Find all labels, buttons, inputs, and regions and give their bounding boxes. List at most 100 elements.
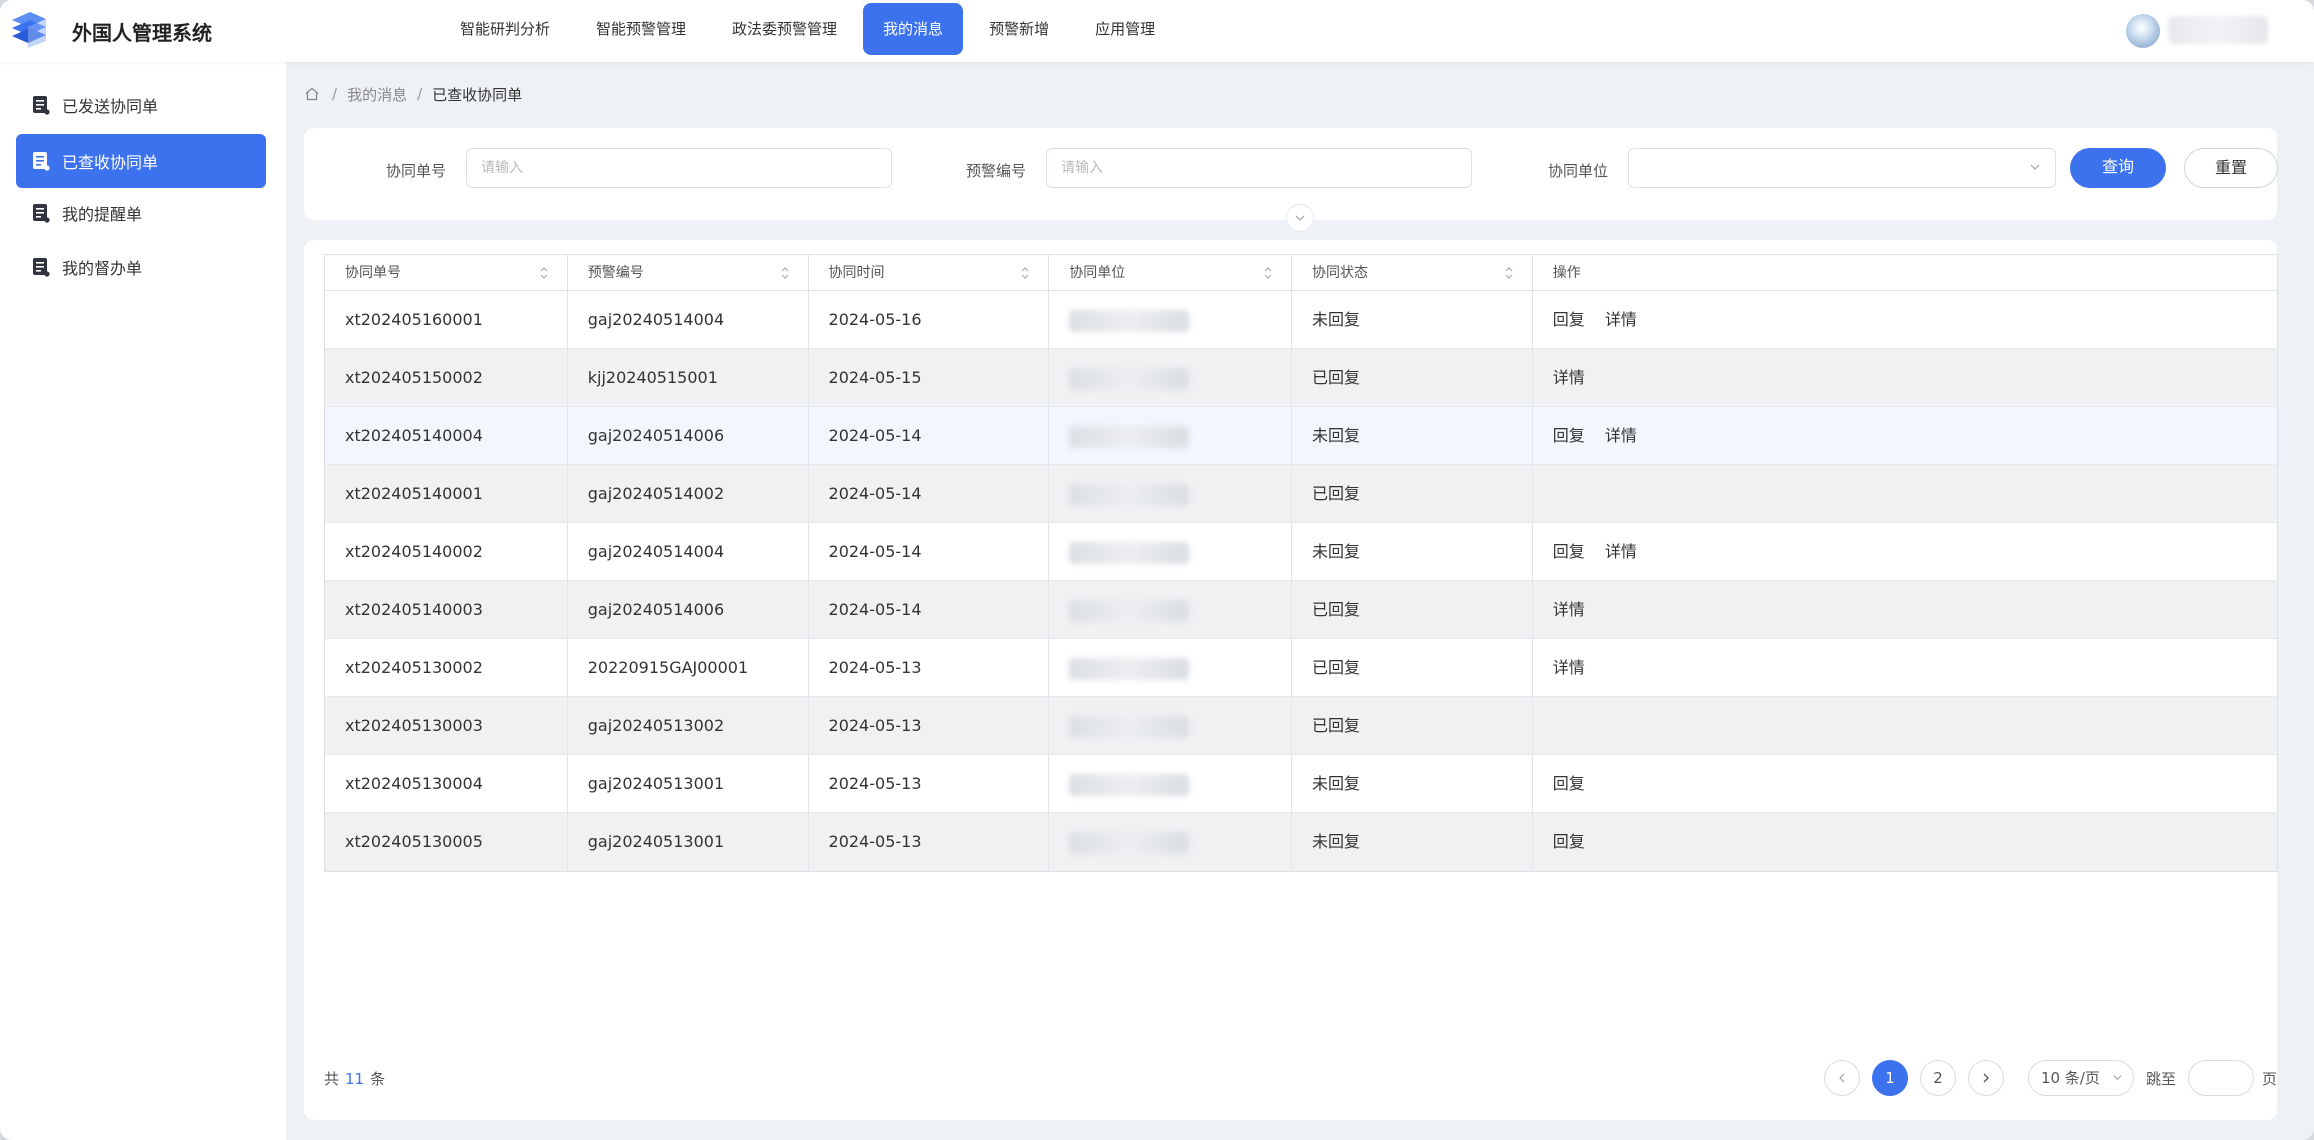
breadcrumb-current: 已查收协同单 (432, 85, 523, 104)
avatar[interactable] (2126, 14, 2160, 48)
collab-unit-redacted (1069, 541, 1190, 564)
cell-warning-no: gaj20240514002 (568, 465, 809, 523)
col-warning-no-header[interactable]: 预警编号 (568, 255, 809, 291)
cell-collab-unit (1049, 755, 1293, 813)
cell-collab-no: xt202405130003 (325, 697, 568, 755)
app-title: 外国人管理系统 (72, 21, 212, 45)
document-icon (33, 258, 50, 277)
page-button-1[interactable]: 1 (1872, 1060, 1908, 1096)
field-label-collab-unit: 协同单位 (1548, 162, 1609, 180)
total-number: 11 (345, 1070, 365, 1088)
cell-collab-status: 未回复 (1292, 813, 1533, 871)
nav-item-1[interactable]: 智能研判分析 (440, 3, 570, 55)
sort-icon[interactable] (1020, 266, 1030, 280)
collab-unit-redacted (1069, 425, 1190, 448)
column-header-label: 协同状态 (1312, 265, 1369, 281)
chevron-left-icon (1839, 1073, 1845, 1083)
nav-item-3[interactable]: 政法委预警管理 (712, 3, 857, 55)
cell-collab-time: 2024-05-14 (809, 581, 1050, 639)
total-prefix: 共 (324, 1070, 340, 1088)
cell-actions: 回复 (1533, 813, 2277, 871)
field-label-warning-no: 预警编号 (966, 162, 1027, 180)
sidebar-item-3[interactable]: 我的提醒单 (16, 186, 266, 240)
field-label-collab-no: 协同单号 (386, 162, 447, 180)
collab-unit-redacted (1069, 831, 1190, 854)
table-row: xt202405130004 gaj20240513001 2024-05-13 未回… (325, 755, 2277, 813)
col-collab-status-header[interactable]: 协同状态 (1292, 255, 1533, 291)
breadcrumb-parent[interactable]: 我的消息 (347, 84, 407, 105)
cell-actions: 回复 详情 (1533, 291, 2277, 349)
sidebar-item-2[interactable]: 已查收协同单 (16, 134, 266, 188)
cell-collab-time: 2024-05-14 (809, 465, 1050, 523)
chevron-down-icon (1295, 215, 1305, 221)
jump-page-input[interactable] (2188, 1060, 2254, 1096)
column-header-label: 预警编号 (587, 265, 644, 281)
cell-collab-unit (1049, 581, 1293, 639)
cell-collab-no: xt202405140002 (325, 523, 568, 581)
collab-no-input[interactable]: 请输入 (466, 148, 892, 188)
warning-no-input[interactable]: 请输入 (1046, 148, 1472, 188)
reply-link[interactable]: 回复 (1553, 542, 1585, 561)
nav-item-2[interactable]: 智能预警管理 (576, 3, 706, 55)
table-row: xt202405150002 kjj20240515001 2024-05-15 已回… (325, 349, 2277, 407)
reset-button[interactable]: 重置 (2184, 148, 2278, 188)
nav-item-6[interactable]: 应用管理 (1075, 3, 1175, 55)
table-row: xt202405130005 gaj20240513001 2024-05-13 未回… (325, 813, 2277, 871)
page-button-2[interactable]: 2 (1920, 1060, 1956, 1096)
cell-collab-unit (1049, 349, 1293, 407)
prev-page-button[interactable] (1824, 1060, 1860, 1096)
col-collab-time-header[interactable]: 协同时间 (809, 255, 1050, 291)
detail-link[interactable]: 详情 (1553, 600, 1585, 619)
cell-warning-no: gaj20240514004 (568, 523, 809, 581)
sort-icon[interactable] (780, 266, 790, 280)
query-button[interactable]: 查询 (2070, 148, 2166, 188)
cell-warning-no: gaj20240513001 (568, 755, 809, 813)
total-suffix: 条 (370, 1070, 386, 1088)
collab-unit-redacted (1069, 599, 1190, 622)
collab-unit-redacted (1069, 309, 1190, 332)
column-header-label: 协同单号 (345, 265, 401, 281)
nav-item-5[interactable]: 预警新增 (969, 3, 1069, 55)
detail-link[interactable]: 详情 (1553, 658, 1585, 677)
cell-warning-no: 20220915GAJ00001 (568, 639, 809, 697)
cell-warning-no: gaj20240514006 (568, 581, 809, 639)
reply-link[interactable]: 回复 (1553, 774, 1585, 793)
cell-collab-time: 2024-05-14 (809, 407, 1050, 465)
chevron-down-icon (2030, 164, 2040, 170)
user-name-redacted[interactable] (2168, 16, 2268, 44)
cell-warning-no: gaj20240513001 (568, 813, 809, 871)
detail-link[interactable]: 详情 (1605, 542, 1637, 561)
sidebar-item-1[interactable]: 已发送协同单 (16, 78, 266, 132)
sort-icon[interactable] (1263, 266, 1273, 280)
reply-link[interactable]: 回复 (1553, 310, 1585, 329)
cell-collab-no: xt202405130002 (325, 639, 568, 697)
collab-unit-redacted (1069, 657, 1190, 680)
sidebar-item-4[interactable]: 我的督办单 (16, 240, 266, 294)
collapse-search-toggle[interactable] (1286, 204, 1314, 232)
sort-icon[interactable] (539, 266, 549, 280)
home-icon[interactable] (304, 86, 320, 102)
detail-link[interactable]: 详情 (1605, 310, 1637, 329)
cell-collab-time: 2024-05-13 (809, 639, 1050, 697)
sidebar-item-label: 已发送协同单 (62, 97, 159, 116)
cell-collab-unit (1049, 407, 1293, 465)
sort-icon[interactable] (1504, 266, 1514, 280)
app-window: 外国人管理系统 智能研判分析 智能预警管理 政法委预警管理 我的消息 预警新增 应用管理 … (0, 0, 2314, 1140)
page-size-select[interactable]: 10 条/页 (2028, 1060, 2134, 1096)
detail-link[interactable]: 详情 (1553, 368, 1585, 387)
sidebar-item-label: 已查收协同单 (62, 153, 159, 172)
cell-collab-status: 未回复 (1292, 291, 1533, 349)
cell-warning-no: kjj20240515001 (568, 349, 809, 407)
collab-unit-select[interactable] (1628, 148, 2056, 188)
reply-link[interactable]: 回复 (1553, 832, 1585, 851)
reply-link[interactable]: 回复 (1553, 426, 1585, 445)
col-collab-no-header[interactable]: 协同单号 (325, 255, 568, 291)
detail-link[interactable]: 详情 (1605, 426, 1637, 445)
nav-item-4[interactable]: 我的消息 (863, 3, 964, 55)
chevron-down-icon (2113, 1075, 2122, 1081)
col-collab-unit-header[interactable]: 协同单位 (1049, 255, 1293, 291)
pagination: 共 11 条 1 2 10 条/页 跳至 页 (304, 1058, 2277, 1098)
next-page-button[interactable] (1968, 1060, 2004, 1096)
cell-collab-unit (1049, 813, 1293, 871)
collab-unit-redacted (1069, 715, 1190, 738)
